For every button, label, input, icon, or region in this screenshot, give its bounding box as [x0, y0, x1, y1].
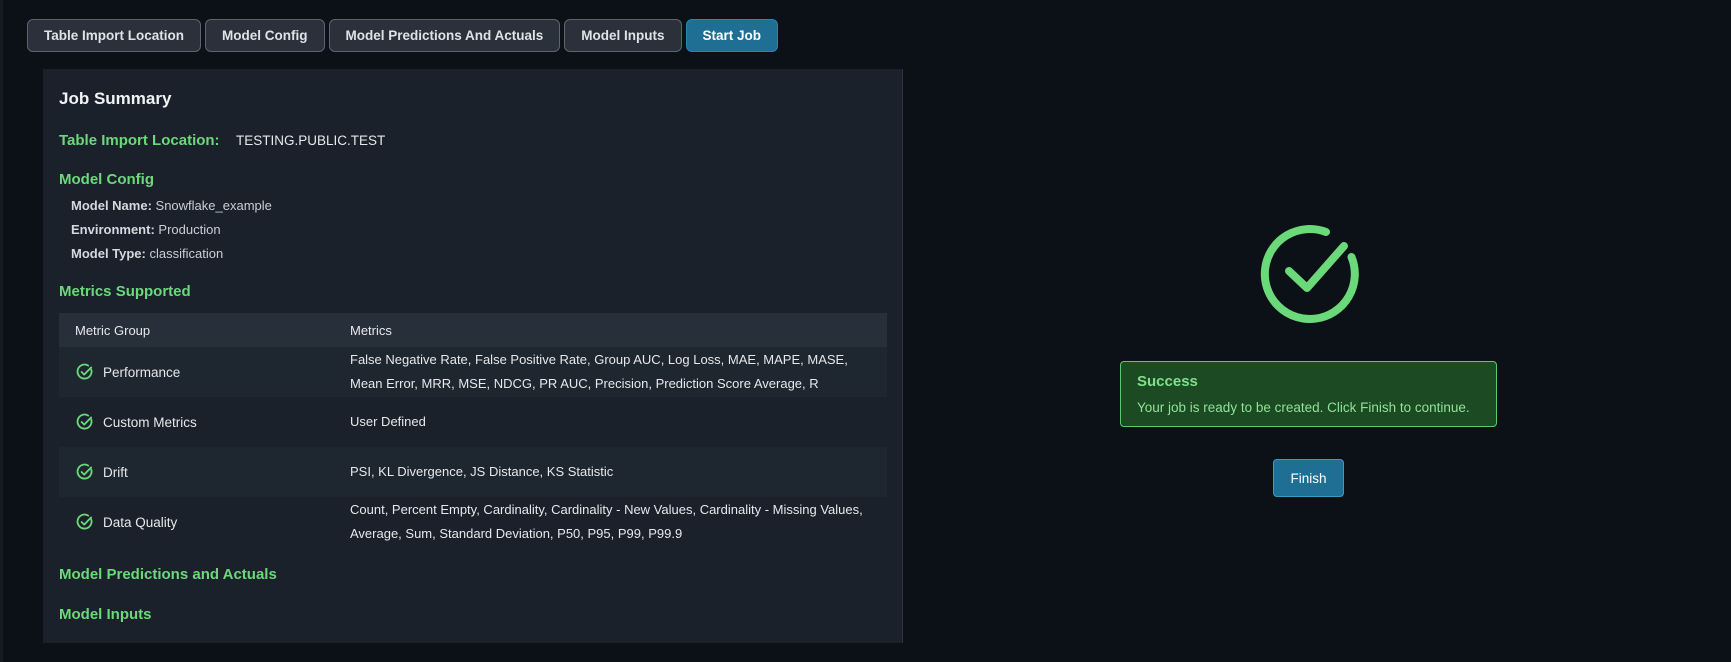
left-edge-divider: [0, 0, 3, 662]
metrics-list: PSI, KL Divergence, JS Distance, KS Stat…: [350, 464, 614, 479]
metrics-table-header: Metric Group Metrics: [59, 313, 887, 347]
success-title: Success: [1137, 373, 1198, 390]
table-row: Drift PSI, KL Divergence, JS Distance, K…: [59, 447, 887, 497]
metrics-list: Count, Percent Empty, Cardinality, Cardi…: [350, 502, 863, 541]
finish-button[interactable]: Finish: [1273, 459, 1344, 497]
model-type-value: classification: [149, 246, 224, 261]
model-name-key: Model Name:: [71, 198, 152, 213]
metric-group-name: Custom Metrics: [103, 414, 197, 430]
model-inputs-heading: Model Inputs: [59, 606, 152, 623]
metric-group-name: Drift: [103, 464, 128, 480]
check-circle-icon: [76, 463, 94, 481]
tab-model-config[interactable]: Model Config: [205, 19, 325, 52]
metrics-table: Metric Group Metrics Performance False N…: [59, 313, 887, 547]
tab-table-import-location[interactable]: Table Import Location: [27, 19, 202, 52]
check-circle-icon: [76, 513, 94, 531]
table-row: Custom Metrics User Defined: [59, 397, 887, 447]
model-name-field: Model Name: Snowflake_example: [71, 198, 272, 213]
table-import-location-label: Table Import Location:: [59, 132, 220, 149]
wizard-tabs: Table Import Location Model Config Model…: [27, 19, 779, 52]
success-check-icon: [1256, 220, 1362, 326]
metrics-list: False Negative Rate, False Positive Rate…: [350, 352, 848, 391]
model-type-field: Model Type: classification: [71, 246, 223, 261]
table-row: Performance False Negative Rate, False P…: [59, 347, 887, 397]
metric-group-cell: Data Quality: [76, 513, 177, 531]
check-circle-icon: [76, 363, 94, 381]
metrics-supported-heading: Metrics Supported: [59, 283, 191, 300]
model-predictions-heading: Model Predictions and Actuals: [59, 566, 277, 583]
environment-field: Environment: Production: [71, 222, 221, 237]
tab-model-inputs[interactable]: Model Inputs: [564, 19, 682, 52]
metric-group-cell: Performance: [76, 363, 180, 381]
app-root: Table Import Location Model Config Model…: [0, 0, 1731, 662]
model-name-value: Snowflake_example: [155, 198, 272, 213]
tab-model-predictions-and-actuals[interactable]: Model Predictions And Actuals: [328, 19, 561, 52]
metrics-list: User Defined: [350, 414, 426, 429]
table-import-location-value: TESTING.PUBLIC.TEST: [236, 133, 386, 148]
environment-value: Production: [158, 222, 221, 237]
panel-title: Job Summary: [59, 89, 172, 108]
check-circle-icon: [76, 413, 94, 431]
success-alert: Success Your job is ready to be created.…: [1120, 361, 1497, 427]
job-summary-panel: Job Summary Table Import Location: TESTI…: [43, 69, 903, 643]
success-message: Your job is ready to be created. Click F…: [1137, 400, 1470, 415]
environment-key: Environment:: [71, 222, 155, 237]
column-header-metric-group: Metric Group: [75, 322, 151, 338]
metric-group-cell: Drift: [76, 463, 128, 481]
metric-group-cell: Custom Metrics: [76, 413, 197, 431]
column-header-metrics: Metrics: [350, 322, 392, 338]
metric-group-name: Performance: [103, 364, 181, 380]
model-config-heading: Model Config: [59, 171, 154, 188]
metric-group-name: Data Quality: [103, 514, 178, 530]
tab-start-job[interactable]: Start Job: [685, 19, 779, 52]
model-type-key: Model Type:: [71, 246, 146, 261]
table-row: Data Quality Count, Percent Empty, Cardi…: [59, 497, 887, 547]
